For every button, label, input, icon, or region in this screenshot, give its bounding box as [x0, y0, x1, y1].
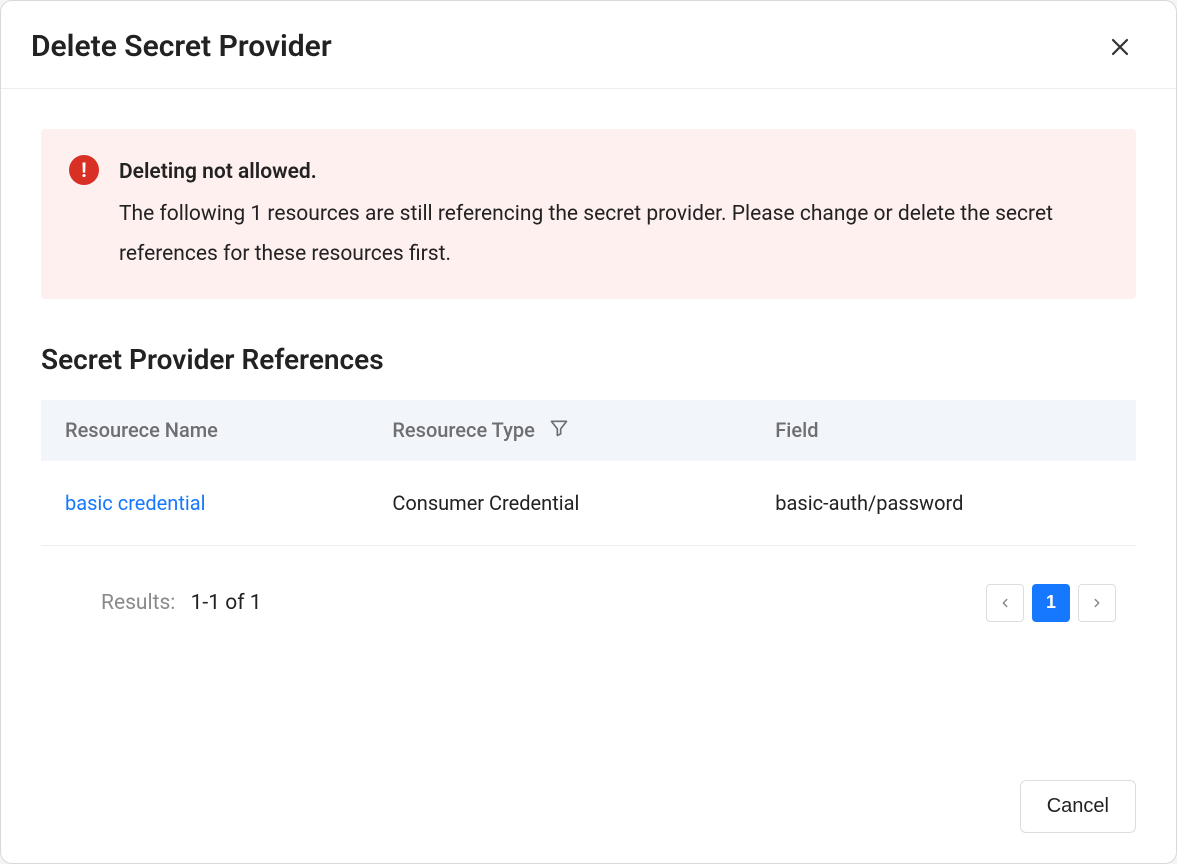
close-button[interactable]: [1104, 31, 1136, 63]
column-header-field-label: Field: [775, 418, 818, 442]
alert-exclamation-icon: !: [69, 155, 99, 185]
cancel-button[interactable]: Cancel: [1020, 780, 1136, 833]
modal-footer: Cancel: [1, 760, 1176, 863]
pagination-row: Results: 1-1 of 1 1: [41, 546, 1136, 622]
modal-header: Delete Secret Provider: [1, 1, 1176, 89]
resource-field-cell: basic-auth/password: [751, 461, 1136, 546]
prev-page-button[interactable]: [986, 584, 1024, 622]
section-title: Secret Provider References: [41, 343, 1136, 376]
resource-type-cell: Consumer Credential: [368, 461, 751, 546]
modal-title: Delete Secret Provider: [31, 29, 332, 64]
table-row: basic credential Consumer Credential bas…: [41, 461, 1136, 546]
close-icon: [1108, 35, 1132, 59]
column-header-type-label: Resourece Type: [392, 418, 535, 442]
column-header-name: Resourece Name: [41, 400, 368, 461]
results-text: Results: 1-1 of 1: [41, 591, 262, 615]
results-label: Results:: [101, 591, 175, 615]
page-1-button[interactable]: 1: [1032, 584, 1070, 622]
references-table: Resourece Name Resourece Type: [41, 400, 1136, 546]
alert-heading: Deleting not allowed.: [119, 153, 1108, 193]
column-header-name-label: Resourece Name: [65, 418, 218, 442]
column-header-type: Resourece Type: [368, 400, 751, 461]
alert-message: The following 1 resources are still refe…: [119, 202, 1053, 266]
resource-name-link[interactable]: basic credential: [65, 491, 205, 515]
modal-body: ! Deleting not allowed. The following 1 …: [1, 89, 1176, 760]
delete-secret-provider-modal: Delete Secret Provider ! Deleting not al…: [0, 0, 1177, 864]
error-alert: ! Deleting not allowed. The following 1 …: [41, 129, 1136, 299]
pagination-controls: 1: [986, 584, 1136, 622]
filter-icon[interactable]: [549, 418, 569, 443]
chevron-left-icon: [998, 596, 1012, 610]
column-header-field: Field: [751, 400, 1136, 461]
chevron-right-icon: [1090, 596, 1104, 610]
next-page-button[interactable]: [1078, 584, 1116, 622]
alert-body: Deleting not allowed. The following 1 re…: [119, 153, 1108, 275]
results-value: 1-1 of 1: [191, 591, 262, 615]
